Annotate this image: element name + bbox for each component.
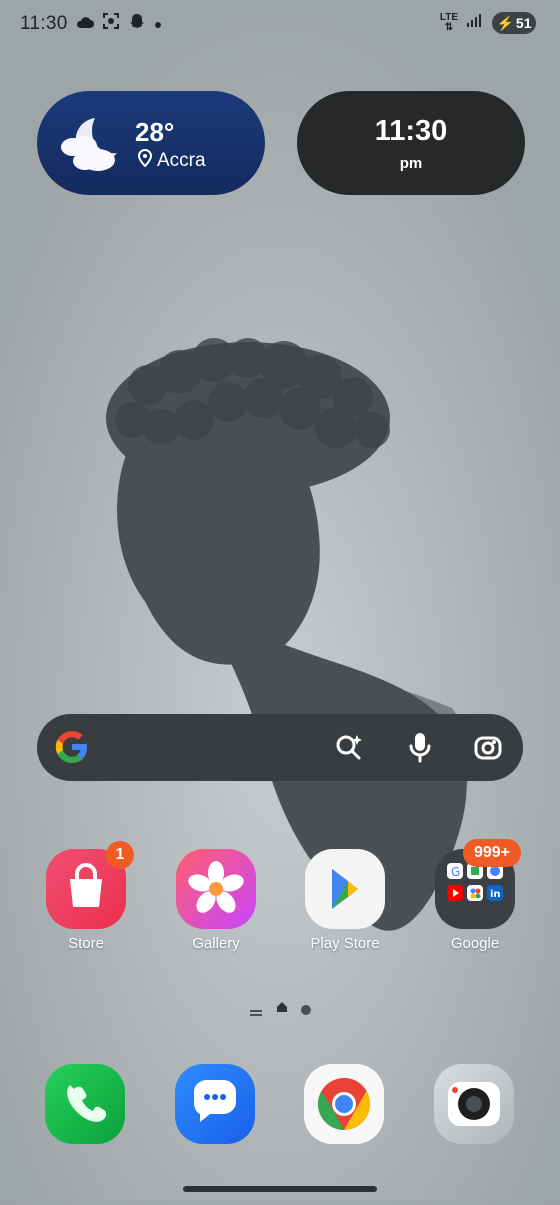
weather-location: Accra bbox=[137, 149, 206, 173]
ai-search-icon[interactable] bbox=[334, 732, 364, 767]
cloud-icon bbox=[76, 13, 94, 35]
store-label: Store bbox=[68, 935, 104, 952]
google-search-bar[interactable] bbox=[37, 714, 523, 781]
chrome-icon[interactable] bbox=[304, 1064, 384, 1144]
moon-cloud-icon bbox=[57, 113, 127, 180]
status-left: 11:30 bbox=[20, 12, 162, 36]
google-folder-label: Google bbox=[450, 935, 500, 952]
clock-ampm: pm bbox=[399, 155, 423, 172]
status-time: 11:30 bbox=[20, 13, 68, 34]
svg-text:G: G bbox=[451, 865, 460, 879]
play-store-icon[interactable] bbox=[305, 849, 385, 929]
page-indicator[interactable] bbox=[0, 1000, 560, 1019]
google-folder[interactable]: G in 999+ Google bbox=[420, 839, 530, 952]
network-type: LTE ⇅ bbox=[439, 12, 458, 33]
status-right: LTE ⇅ ⚡ 51 bbox=[440, 12, 536, 34]
store-icon[interactable]: 1 bbox=[46, 841, 134, 929]
data-arrows-icon: ⇅ bbox=[444, 22, 454, 33]
menu-indicator-icon[interactable] bbox=[249, 1005, 263, 1016]
play-store-label: Play Store bbox=[310, 935, 380, 952]
page-dot[interactable] bbox=[301, 1004, 311, 1015]
charging-icon: ⚡ bbox=[496, 14, 514, 31]
home-page-icon[interactable] bbox=[275, 1000, 289, 1019]
gallery-label: Gallery bbox=[192, 935, 240, 952]
screenshot-icon bbox=[102, 12, 120, 36]
camera-icon[interactable] bbox=[434, 1064, 514, 1144]
signal-icon bbox=[466, 12, 484, 34]
lens-icon[interactable] bbox=[473, 732, 503, 767]
google-folder-icon[interactable]: G in 999+ bbox=[435, 839, 521, 929]
weather-temperature: 28° bbox=[135, 117, 175, 147]
status-bar: 11:30 LTE ⇅ ⚡ 51 bbox=[0, 0, 560, 48]
clock-widget[interactable]: 11:30 pm bbox=[297, 91, 525, 195]
messages-icon[interactable] bbox=[175, 1064, 255, 1144]
google-folder-badge: 999+ bbox=[463, 839, 521, 867]
weather-widget[interactable]: 28° Accra bbox=[37, 91, 265, 195]
clock-time: 11:30 bbox=[374, 115, 448, 147]
navigation-handle[interactable] bbox=[183, 1186, 377, 1192]
dot-icon bbox=[154, 13, 162, 35]
svg-text:in: in bbox=[490, 889, 501, 900]
gallery-icon[interactable] bbox=[176, 849, 256, 929]
store-badge: 1 bbox=[106, 841, 134, 869]
location-pin-icon bbox=[137, 149, 153, 173]
google-icon[interactable] bbox=[53, 728, 91, 771]
phone-icon[interactable] bbox=[45, 1064, 125, 1144]
snapchat-icon bbox=[128, 12, 146, 36]
microphone-icon[interactable] bbox=[407, 731, 433, 768]
play-store-app[interactable]: Play Store bbox=[290, 849, 400, 952]
store-app[interactable]: 1 Store bbox=[31, 841, 141, 952]
gallery-app[interactable]: Gallery bbox=[161, 849, 271, 952]
battery-icon: ⚡ 51 bbox=[492, 12, 536, 34]
